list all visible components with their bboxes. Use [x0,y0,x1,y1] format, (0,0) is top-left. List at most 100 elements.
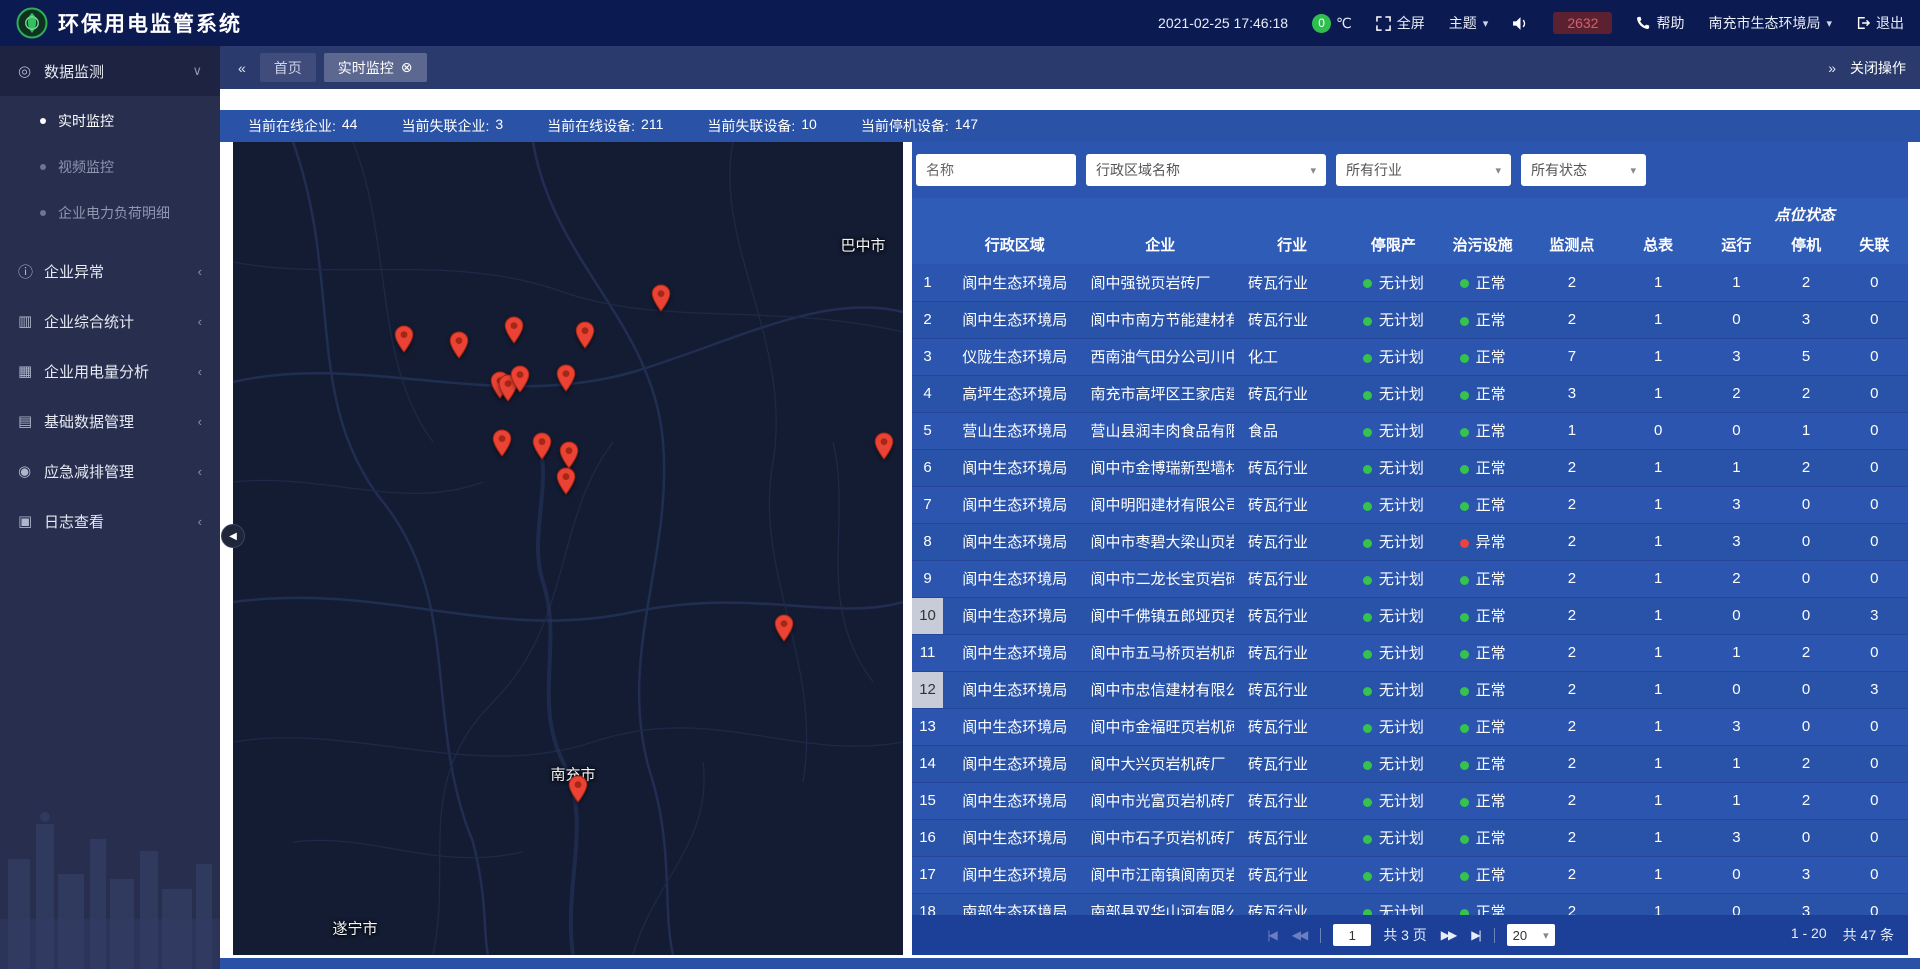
map-pin-icon[interactable] [449,331,469,364]
status-dot-icon [1460,428,1469,437]
cell-run-count: 3 [1701,819,1771,856]
page-range-label: 1 - 20 [1791,925,1827,945]
logout-button[interactable]: 退出 [1856,13,1904,33]
sidebar-item-label: 应急减排管理 [44,461,134,482]
map-pin-icon[interactable] [510,365,530,398]
col-limit: 停限产 [1350,198,1436,264]
submenu: 实时监控视频监控企业电力负荷明细 [0,96,220,246]
cell-limit-status: 无计划 [1350,301,1436,338]
table-row[interactable]: 18南部生态环境局南部县双华山河有限公砖瓦行业无计划正常21030 [912,893,1908,915]
sidebar-item-base-data[interactable]: ▤基础数据管理‹ [0,396,220,446]
collapse-map-button[interactable]: ◀ [221,524,245,548]
col-offline: 失联 [1841,231,1908,264]
close-operations-dropdown[interactable]: 关闭操作 [1850,58,1906,78]
table-row[interactable]: 17阆中生态环境局阆中市江南镇阆南页岩砖瓦行业无计划正常21030 [912,856,1908,893]
sidebar-item-realtime-monitoring[interactable]: 实时监控 [0,98,220,144]
cell-index: 14 [912,745,943,782]
table-row[interactable]: 8阆中生态环境局阆中市枣碧大梁山页岩砖瓦行业无计划异常21300 [912,523,1908,560]
cell-meter-count: 1 [1615,708,1701,745]
org-dropdown[interactable]: 南充市生态环境局 ▾ [1708,13,1832,33]
status-dot-icon [1363,798,1372,807]
map-pin-icon[interactable] [556,467,576,500]
cell-stop-count: 1 [1772,412,1841,449]
tab-close-icon[interactable]: ⊗ [401,59,413,76]
status-filter-select[interactable]: 所有状态 ▾ [1521,154,1646,186]
tabs-scroll-right-button[interactable]: » [1824,60,1840,76]
table-row[interactable]: 16阆中生态环境局阆中市石子页岩机砖厂砖瓦行业无计划正常21300 [912,819,1908,856]
cell-run-count: 0 [1701,856,1771,893]
cell-stop-count: 3 [1772,893,1841,915]
stat-value: 3 [495,116,503,136]
sidebar-item-label: 视频监控 [58,157,114,177]
map-pin-icon[interactable] [874,432,894,465]
sidebar-item-emergency-reduction[interactable]: ◉应急减排管理‹ [0,446,220,496]
table-row[interactable]: 9阆中生态环境局阆中市二龙长宝页岩砖砖瓦行业无计划正常21200 [912,560,1908,597]
next-page-button[interactable]: ▶▶ [1439,928,1457,942]
table-row[interactable]: 13阆中生态环境局阆中市金福旺页岩机砖砖瓦行业无计划正常21300 [912,708,1908,745]
datetime: 2021-02-25 17:46:18 [1158,15,1288,31]
cell-meter-count: 1 [1615,523,1701,560]
sidebar-item-label: 企业用电量分析 [44,361,149,382]
announcement-button[interactable] [1512,16,1529,31]
map-pin-icon[interactable] [394,325,414,358]
cell-company: 阆中市石子页岩机砖厂 [1087,819,1234,856]
table-row[interactable]: 7阆中生态环境局阆中明阳建材有限公司砖瓦行业无计划正常21300 [912,486,1908,523]
map-pin-icon[interactable] [575,321,595,354]
map-pin-icon[interactable] [774,614,794,647]
last-page-button[interactable]: ▶| [1469,928,1481,942]
cell-run-count: 2 [1701,560,1771,597]
region-filter-select[interactable]: 行政区域名称 ▾ [1086,154,1326,186]
sidebar-item-log-view[interactable]: ▣日志查看‹ [0,496,220,546]
name-filter-input[interactable] [916,154,1076,186]
prev-page-button[interactable]: ◀◀ [1290,928,1308,942]
sidebar-item-video-monitoring[interactable]: 视频监控 [0,144,220,190]
stat-label: 当前在线设备: [547,116,635,136]
tab-home[interactable]: 首页 [260,53,316,82]
table-row[interactable]: 5营山生态环境局营山县润丰肉食品有限食品无计划正常10010 [912,412,1908,449]
page-number-input[interactable] [1333,924,1371,946]
help-button[interactable]: 帮助 [1636,13,1684,33]
tabs-scroll-left-button[interactable]: « [234,60,250,76]
map-pin-icon[interactable] [556,364,576,397]
table-row[interactable]: 14阆中生态环境局阆中大兴页岩机砖厂砖瓦行业无计划正常21120 [912,745,1908,782]
database-icon: ▤ [18,412,44,430]
table-row[interactable]: 15阆中生态环境局阆中市光富页岩机砖厂砖瓦行业无计划正常21120 [912,782,1908,819]
cell-meter-count: 1 [1615,301,1701,338]
stats-bar: 当前在线企业:44当前失联企业:3当前在线设备:211当前失联设备:10当前停机… [220,110,1920,142]
sidebar-item-enterprise-statistics[interactable]: ▥企业综合统计‹ [0,296,220,346]
cell-monitor-count: 1 [1529,412,1615,449]
table-row[interactable]: 11阆中生态环境局阆中市五马桥页岩机砖砖瓦行业无计划正常21120 [912,634,1908,671]
page-size-select[interactable]: 20 ▾ [1507,924,1555,946]
cell-company: 阆中明阳建材有限公司 [1087,486,1234,523]
map-pin-icon[interactable] [504,316,524,349]
map-panel[interactable]: 巴中市南充市遂宁市 ◀ [233,142,903,955]
stat-label: 当前失联设备: [707,116,795,136]
table-row[interactable]: 2阆中生态环境局阆中市南方节能建材有砖瓦行业无计划正常21030 [912,301,1908,338]
table-row[interactable]: 6阆中生态环境局阆中市金博瑞新型墙材砖瓦行业无计划正常21120 [912,449,1908,486]
tab-label: 首页 [274,58,302,78]
industry-filter-select[interactable]: 所有行业 ▾ [1336,154,1511,186]
cell-facility-status: 异常 [1437,523,1529,560]
table-row[interactable]: 4高坪生态环境局南充市高坪区王家店建砖瓦行业无计划正常31220 [912,375,1908,412]
first-page-button[interactable]: |◀ [1265,928,1277,942]
total-items-label: 共 47 条 [1843,925,1894,945]
tab-realtime[interactable]: 实时监控⊗ [324,53,427,82]
map-pin-icon[interactable] [651,284,671,317]
alert-count-badge[interactable]: 2632 [1553,12,1612,34]
table-row[interactable]: 10阆中生态环境局阆中千佛镇五郎垭页岩砖瓦行业无计划正常21003 [912,597,1908,634]
cell-industry: 食品 [1234,412,1350,449]
table-row[interactable]: 1阆中生态环境局阆中强锐页岩砖厂砖瓦行业无计划正常21120 [912,264,1908,301]
table-row[interactable]: 3仪陇生态环境局西南油气田分公司川中化工无计划正常71350 [912,338,1908,375]
map-pin-icon[interactable] [568,775,588,808]
fullscreen-button[interactable]: 全屏 [1376,13,1425,33]
sidebar-item-data-monitoring[interactable]: ◎数据监测∨ [0,46,220,96]
cell-stop-count: 0 [1772,523,1841,560]
sidebar-item-power-analysis[interactable]: ▦企业用电量分析‹ [0,346,220,396]
table-row[interactable]: 12阆中生态环境局阆中市忠信建材有限公砖瓦行业无计划正常21003 [912,671,1908,708]
theme-dropdown[interactable]: 主题 ▾ [1449,13,1489,33]
sidebar-item-power-load-detail[interactable]: 企业电力负荷明细 [0,190,220,236]
map-pin-icon[interactable] [532,432,552,465]
sidebar-item-enterprise-abnormal[interactable]: ⓘ企业异常‹ [0,246,220,296]
map-pin-icon[interactable] [492,429,512,462]
cell-meter-count: 1 [1615,819,1701,856]
